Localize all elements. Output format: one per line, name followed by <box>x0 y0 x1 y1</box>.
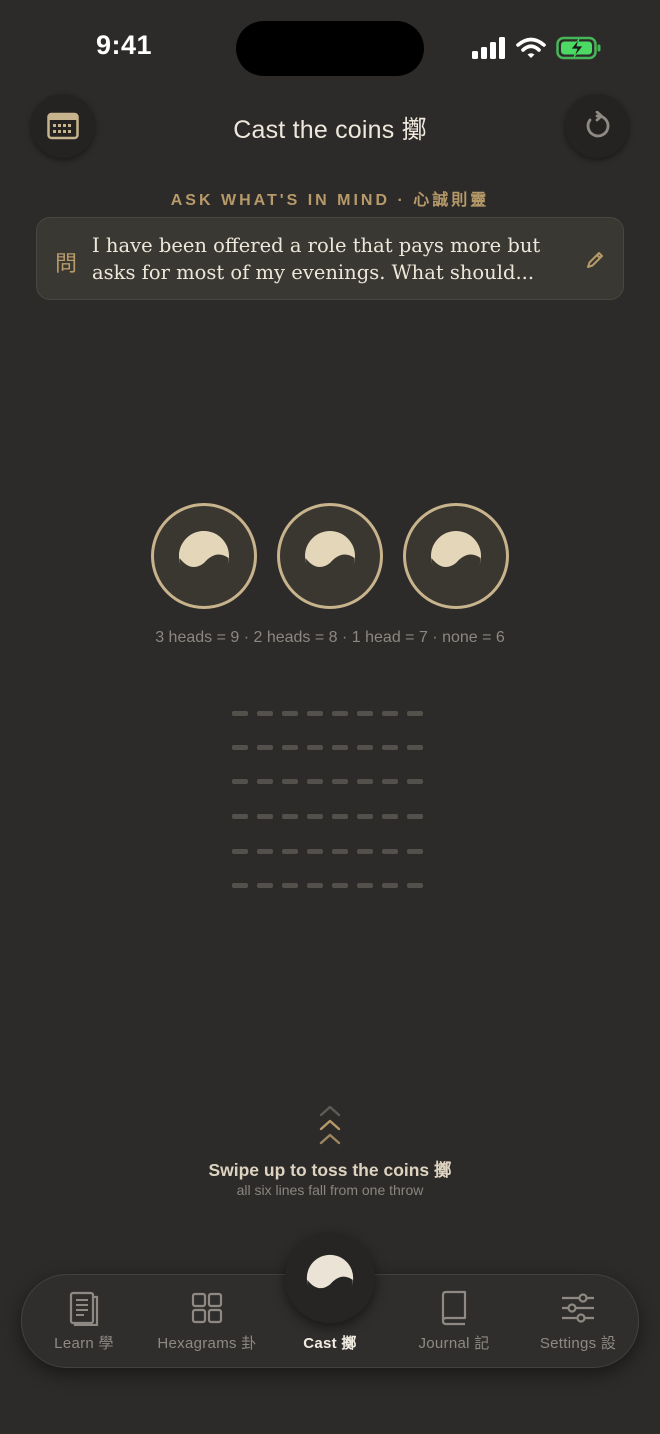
page-title: Cast the coins 擲 <box>233 116 427 144</box>
grid-icon <box>191 1292 223 1324</box>
question-card[interactable]: 問 I have been offered a role that pays m… <box>36 217 624 300</box>
swipe-title: Swipe up to toss the coins 擲 <box>208 1160 452 1180</box>
yin-yang-icon <box>179 531 229 583</box>
sliders-icon <box>562 1293 594 1323</box>
hexagram-lines <box>232 707 428 897</box>
battery-charging-icon <box>556 36 601 60</box>
status-time: 9:41 <box>96 30 153 60</box>
tab-journal[interactable]: Journal 記 <box>402 1275 506 1369</box>
chevrons-up-icon[interactable] <box>318 1104 342 1148</box>
hexagram-line-placeholder <box>232 849 428 854</box>
hexagram-line-placeholder <box>232 814 428 819</box>
hexagram-line-placeholder <box>232 745 428 750</box>
tab-label: Settings 設 <box>539 1335 617 1352</box>
yin-yang-icon <box>305 531 355 583</box>
pencil-icon[interactable] <box>585 250 605 270</box>
dynamic-island <box>236 21 424 76</box>
swipe-subtitle: all six lines fall from one throw <box>236 1182 424 1198</box>
journal-book-icon <box>441 1290 467 1326</box>
tab-label: Cast 擲 <box>303 1335 357 1352</box>
wifi-icon <box>516 37 546 58</box>
yin-yang-icon <box>431 531 481 583</box>
reset-icon <box>586 111 610 138</box>
tab-hexagrams[interactable]: Hexagrams 卦 <box>144 1275 270 1369</box>
hexagram-line-placeholder <box>232 779 428 784</box>
question-glyph: 問 <box>55 252 78 277</box>
coins-row <box>0 503 660 609</box>
hexagram-line-placeholder <box>232 711 428 716</box>
question-text[interactable]: I have been offered a role that pays mor… <box>92 232 567 286</box>
coin-rule-text: 3 heads = 9 · 2 heads = 8 · 1 head = 7 ·… <box>155 629 505 646</box>
tab-label: Hexagrams 卦 <box>157 1335 257 1352</box>
tab-learn[interactable]: Learn 學 <box>36 1275 132 1369</box>
coin-3[interactable] <box>403 503 509 609</box>
status-icons <box>472 36 602 60</box>
section-label: ASK WHAT'S IN MIND · 心誠則靈 <box>170 192 490 209</box>
coin-2[interactable] <box>277 503 383 609</box>
cellular-signal-icon <box>472 37 505 59</box>
reset-button[interactable] <box>565 94 629 158</box>
tab-label: Learn 學 <box>54 1335 114 1352</box>
book-pages-icon <box>69 1291 99 1326</box>
hexagram-line-placeholder <box>232 883 428 888</box>
coin-1[interactable] <box>151 503 257 609</box>
tab-settings[interactable]: Settings 設 <box>528 1275 628 1369</box>
status-bar: 9:41 <box>0 0 660 96</box>
tab-label: Journal 記 <box>418 1335 490 1352</box>
yin-yang-icon <box>306 1254 354 1303</box>
cast-button[interactable] <box>285 1233 375 1323</box>
